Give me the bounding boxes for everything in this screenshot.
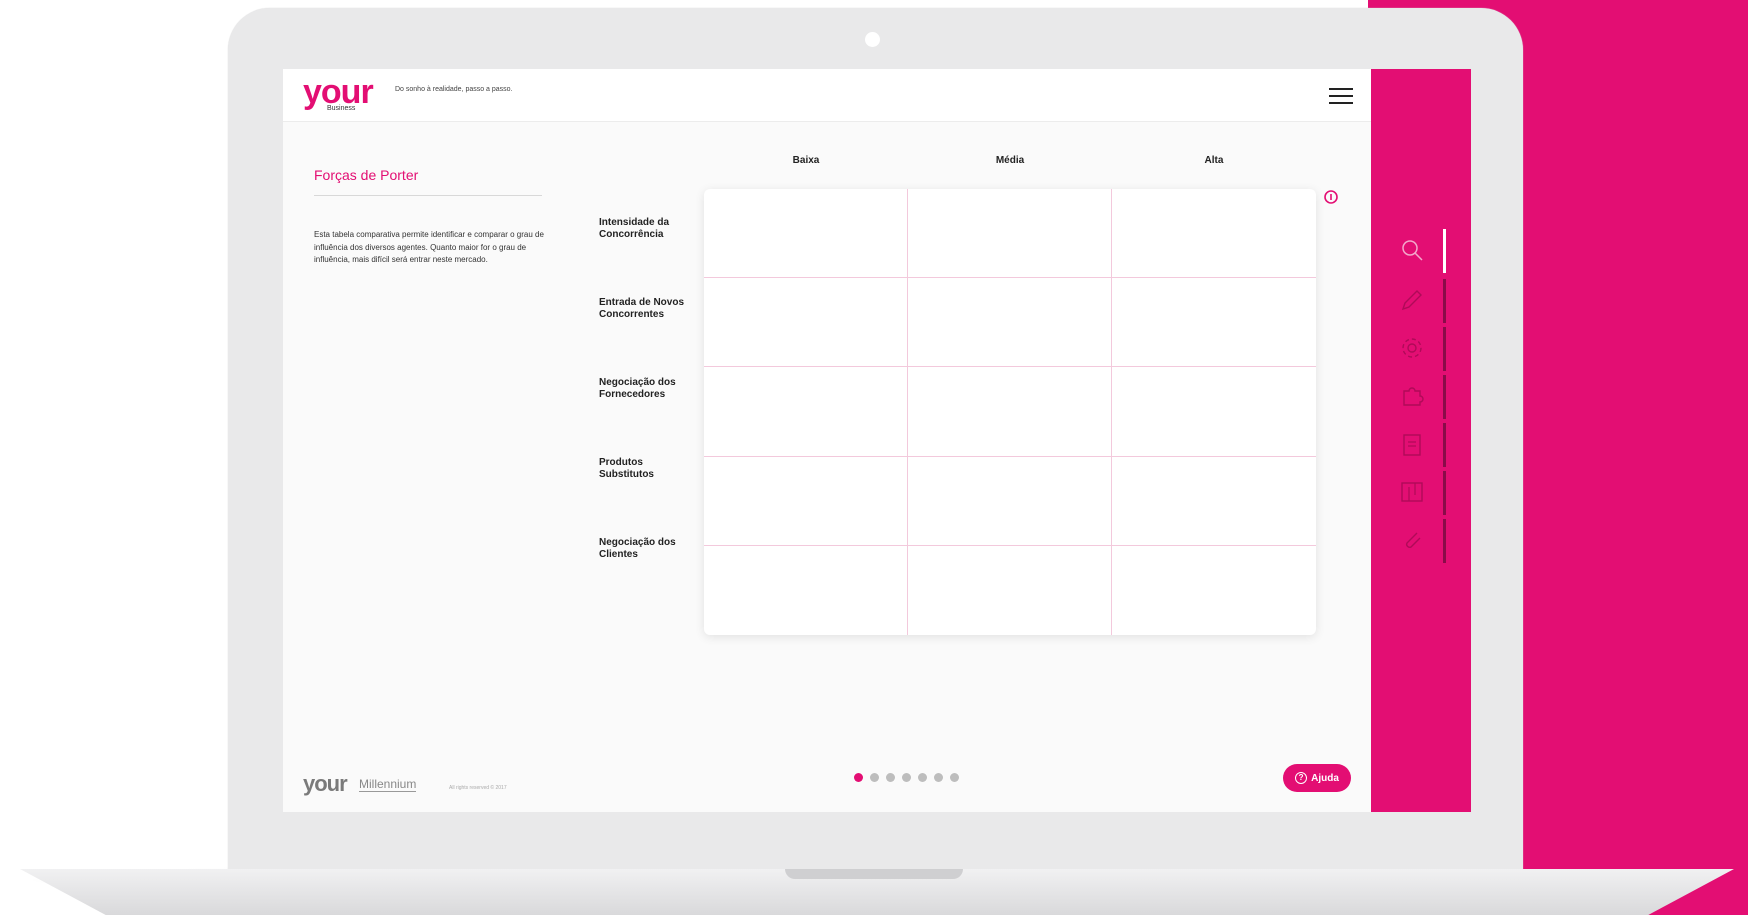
grid-cell[interactable] [704,456,908,546]
row-label-fornecedores: Negociação dos Fornecedores [599,377,676,400]
laptop-notch [785,869,963,879]
chart-icon[interactable] [1399,479,1425,505]
grid-cell[interactable] [908,189,1112,279]
grid-cell[interactable] [908,278,1112,368]
porter-grid [704,189,1316,635]
app-screen: your Business Do sonho à realidade, pass… [283,69,1471,812]
pagination-dot[interactable] [886,773,895,782]
grid-cell[interactable] [1112,367,1316,457]
app-header: your Business Do sonho à realidade, pass… [283,69,1371,122]
sidebar-indicator [1443,375,1446,419]
row-label-clientes: Negociação dos Clientes [599,537,676,560]
help-button-label: Ajuda [1311,772,1339,784]
paperclip-icon[interactable] [1399,527,1425,553]
grid-cell[interactable] [704,545,908,635]
sidebar-indicator-active [1443,229,1446,273]
grid-cell[interactable] [1112,278,1316,368]
question-circle-icon: ? [1295,772,1308,784]
clipboard-icon[interactable] [1399,431,1425,457]
page-description: Esta tabela comparativa permite identifi… [314,230,544,264]
row-label-substitutos: Produtos Substitutos [599,457,654,480]
logo-sub: Business [327,105,356,112]
row-label-entrada: Entrada de Novos Concorrentes [599,297,685,320]
laptop-camera [865,32,880,47]
footer-logo: your [303,771,348,796]
logo-word: your [303,73,374,111]
grid-cell[interactable] [1112,189,1316,279]
grid-cell[interactable] [908,367,1112,457]
page-title: Forças de Porter [314,167,419,183]
column-header-media: Média [995,155,1025,166]
grid-cell[interactable] [704,278,908,368]
pencil-icon[interactable] [1399,287,1425,313]
sidebar-indicator [1443,279,1446,323]
pagination-dot[interactable] [918,773,927,782]
sidebar-indicator [1443,471,1446,515]
pagination-dot[interactable] [854,773,863,782]
grid-cell[interactable] [704,367,908,457]
help-button[interactable]: ? Ajuda [1283,764,1351,792]
sidebar-indicator [1443,423,1446,467]
grid-cell[interactable] [908,545,1112,635]
column-header-alta: Alta [1204,155,1224,166]
pagination-dot[interactable] [902,773,911,782]
title-divider [314,195,542,196]
puzzle-icon[interactable] [1399,383,1425,409]
search-icon[interactable] [1399,237,1425,263]
column-header-baixa: Baixa [792,155,820,166]
footer-partner-logo: Millennium [359,777,417,792]
pagination-dot[interactable] [934,773,943,782]
pagination-dots [854,773,974,785]
sidebar-indicator [1443,519,1446,563]
footer-copyright: All rights reserved © 2017 [449,785,507,791]
right-sidebar [1371,69,1471,812]
pagination-dot[interactable] [950,773,959,782]
grid-cell[interactable] [908,456,1112,546]
menu-icon[interactable] [1329,88,1353,104]
brand-tagline: Do sonho à realidade, passo a passo. [395,86,513,93]
grid-cell[interactable] [1112,457,1316,546]
gear-icon[interactable] [1399,335,1425,361]
pagination-dot[interactable] [870,773,879,782]
brand-logo[interactable]: your Business [303,73,375,113]
grid-cell[interactable] [1112,546,1316,635]
grid-cell[interactable] [704,189,908,279]
sidebar-indicator [1443,327,1446,371]
info-icon[interactable] [1324,190,1338,204]
row-label-intensidade: Intensidade da Concorrência [599,217,670,240]
